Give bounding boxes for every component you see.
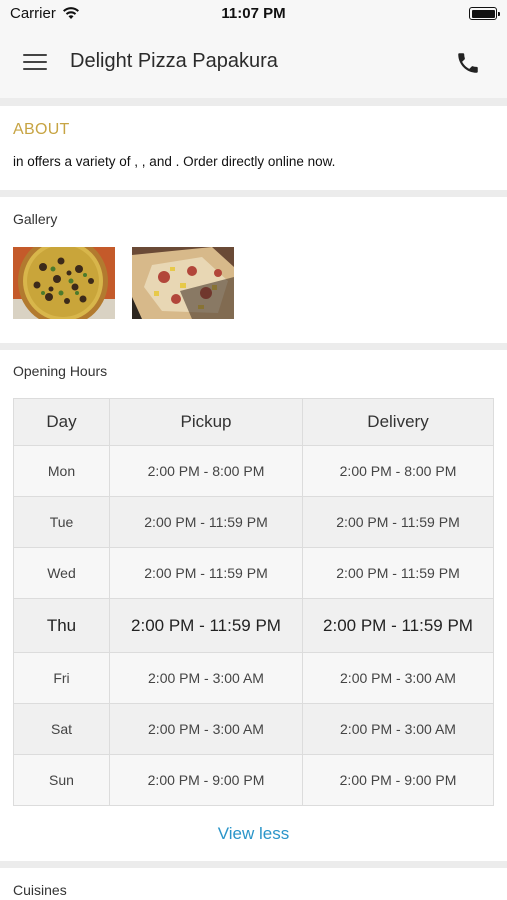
day-cell: Thu (13, 598, 110, 653)
gallery-image-pizza[interactable] (13, 247, 115, 319)
day-cell: Sun (13, 754, 110, 806)
pickup-hours-cell: 2:00 PM - 3:00 AM (109, 703, 303, 755)
pickup-hours-cell: 2:00 PM - 11:59 PM (109, 496, 303, 548)
pickup-hours-cell: 2:00 PM - 11:59 PM (109, 598, 303, 653)
delivery-hours-cell: 2:00 PM - 11:59 PM (302, 547, 494, 599)
table-row: Tue 2:00 PM - 11:59 PM 2:00 PM - 11:59 P… (13, 496, 494, 548)
day-cell: Fri (13, 652, 110, 704)
column-header-delivery: Delivery (302, 398, 494, 446)
phone-icon[interactable] (455, 50, 481, 76)
section-divider (0, 343, 507, 350)
delivery-hours-cell: 2:00 PM - 11:59 PM (302, 598, 494, 653)
table-row: Sat 2:00 PM - 3:00 AM 2:00 PM - 3:00 AM (13, 703, 494, 755)
nav-bar: Delight Pizza Papakura (0, 30, 507, 98)
day-cell: Tue (13, 496, 110, 548)
table-row-today: Thu 2:00 PM - 11:59 PM 2:00 PM - 11:59 P… (13, 598, 494, 653)
column-header-pickup: Pickup (109, 398, 303, 446)
table-row: Mon 2:00 PM - 8:00 PM 2:00 PM - 8:00 PM (13, 445, 494, 497)
pickup-hours-cell: 2:00 PM - 3:00 AM (109, 652, 303, 704)
pickup-hours-cell: 2:00 PM - 9:00 PM (109, 754, 303, 806)
gallery-heading: Gallery (13, 211, 58, 227)
delivery-hours-cell: 2:00 PM - 9:00 PM (302, 754, 494, 806)
day-cell: Mon (13, 445, 110, 497)
battery-icon (469, 7, 500, 20)
status-bar: Carrier 11:07 PM (0, 0, 507, 30)
delivery-hours-cell: 2:00 PM - 3:00 AM (302, 652, 494, 704)
gallery-image-pizza-slice[interactable] (132, 247, 234, 319)
clock: 11:07 PM (221, 5, 286, 22)
cuisines-heading: Cuisines (13, 882, 67, 898)
delivery-hours-cell: 2:00 PM - 8:00 PM (302, 445, 494, 497)
opening-hours-table: Day Pickup Delivery Mon 2:00 PM - 8:00 P… (13, 398, 494, 806)
section-divider (0, 98, 507, 106)
hamburger-menu-icon[interactable] (23, 52, 47, 72)
day-cell: Wed (13, 547, 110, 599)
section-divider (0, 861, 507, 868)
page-title: Delight Pizza Papakura (70, 50, 278, 72)
opening-hours-heading: Opening Hours (13, 363, 108, 379)
pickup-hours-cell: 2:00 PM - 8:00 PM (109, 445, 303, 497)
view-less-link[interactable]: View less (0, 824, 507, 844)
pickup-hours-cell: 2:00 PM - 11:59 PM (109, 547, 303, 599)
section-divider (0, 190, 507, 197)
table-row: Wed 2:00 PM - 11:59 PM 2:00 PM - 11:59 P… (13, 547, 494, 599)
day-cell: Sat (13, 703, 110, 755)
table-row: Fri 2:00 PM - 3:00 AM 2:00 PM - 3:00 AM (13, 652, 494, 704)
about-text: in offers a variety of , , and . Order d… (13, 154, 336, 169)
delivery-hours-cell: 2:00 PM - 3:00 AM (302, 703, 494, 755)
delivery-hours-cell: 2:00 PM - 11:59 PM (302, 496, 494, 548)
table-row: Sun 2:00 PM - 9:00 PM 2:00 PM - 9:00 PM (13, 754, 494, 806)
table-header-row: Day Pickup Delivery (13, 398, 494, 446)
column-header-day: Day (13, 398, 110, 446)
about-heading: ABOUT (13, 121, 70, 138)
